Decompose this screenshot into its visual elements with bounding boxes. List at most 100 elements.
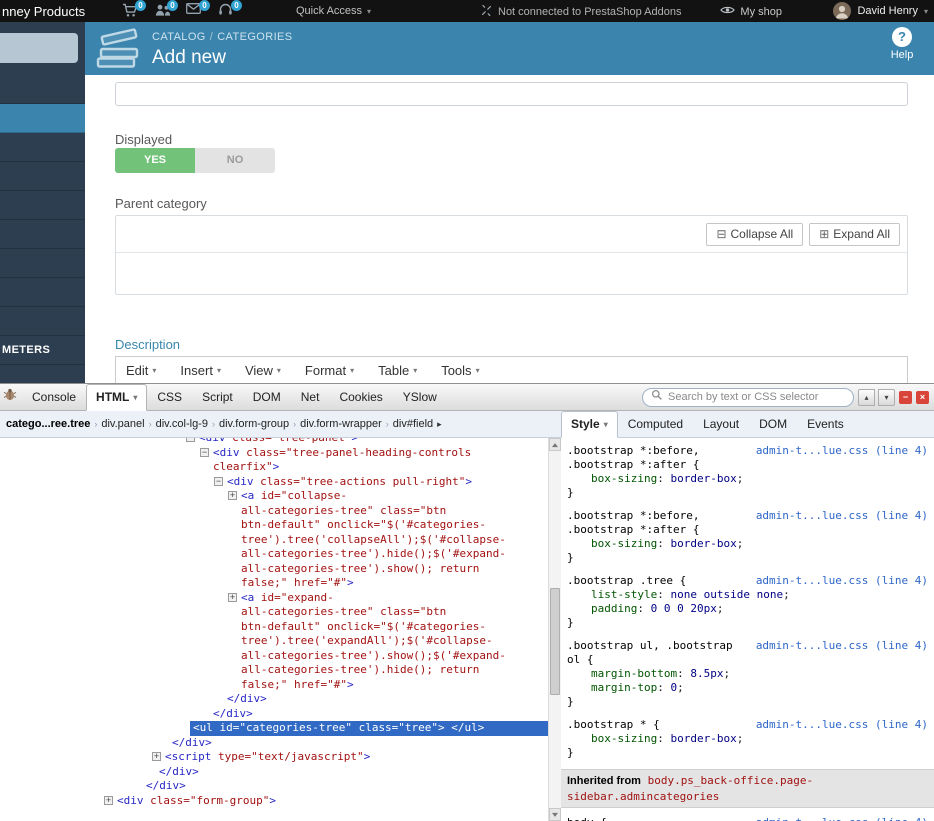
sidebar-item-8[interactable]	[0, 307, 85, 336]
firebug-tab-cookies[interactable]: Cookies	[329, 384, 392, 410]
breadcrumb-categories[interactable]: CATEGORIES	[217, 31, 292, 43]
sidebar-item-3[interactable]	[0, 162, 85, 191]
css-property[interactable]: list-style: none outside none;	[561, 588, 934, 602]
sidebar-item-6[interactable]	[0, 249, 85, 278]
style-tab-computed[interactable]: Computed	[618, 411, 693, 437]
firebug-tab-dom[interactable]: DOM	[243, 384, 291, 410]
scroll-down-button[interactable]	[549, 808, 561, 821]
html-code-line[interactable]: </div>	[0, 692, 548, 707]
html-code-line[interactable]: tree').tree('collapseAll');$('#collapse-	[0, 533, 548, 548]
html-code-line[interactable]: all-categories-tree').show();$('#expand-	[0, 649, 548, 664]
html-code-line[interactable]: + <div class="form-group">	[0, 794, 548, 809]
css-selector[interactable]: .bootstrap *:before,	[567, 444, 699, 458]
css-property[interactable]: box-sizing: border-box;	[561, 732, 934, 746]
search-previous-button[interactable]: ▴	[858, 388, 875, 406]
path-crumb-0[interactable]: catego...ree.tree	[3, 416, 93, 432]
sidebar-item-4[interactable]	[0, 191, 85, 220]
html-code-line[interactable]: all-categories-tree').show(); return	[0, 562, 548, 577]
html-code-line[interactable]: − <div class="tree-actions pull-right">	[0, 475, 548, 490]
html-code-line[interactable]: + <script type="text/javascript">	[0, 750, 548, 765]
selected-html-node[interactable]: <ul id="categories-tree" class="tree"> <…	[190, 721, 548, 736]
categories-tree-container[interactable]	[116, 253, 907, 295]
sidebar-item-5[interactable]	[0, 220, 85, 249]
quick-access-menu[interactable]: Quick Access ▾	[296, 5, 371, 17]
search-next-button[interactable]: ▾	[878, 388, 895, 406]
style-tab-dom[interactable]: DOM	[749, 411, 797, 437]
user-menu[interactable]: David Henry ▾	[833, 2, 928, 20]
path-crumb-3[interactable]: div.form-group	[216, 416, 292, 432]
html-code-line[interactable]: </div>	[0, 736, 548, 751]
css-property[interactable]: padding: 0 0 0 20px;	[561, 602, 934, 616]
category-name-input[interactable]	[115, 82, 908, 106]
css-file-link[interactable]: admin-t...lue.css (line 4)	[756, 574, 928, 588]
css-file-link[interactable]: admin-t...lue.css (line 4)	[756, 718, 928, 732]
html-code-line[interactable]: </div>	[0, 765, 548, 780]
css-property[interactable]: box-sizing: border-box;	[561, 472, 934, 486]
style-tab-style[interactable]: Style ▾	[561, 411, 618, 438]
firebug-search-input[interactable]	[668, 391, 845, 403]
sidebar-item-0[interactable]	[0, 75, 85, 104]
support-notification[interactable]: 0	[218, 0, 242, 19]
html-code-line[interactable]: all-categories-tree" class="btn	[0, 504, 548, 519]
css-file-link[interactable]: admin-t...lue.css (line 4)	[756, 444, 928, 458]
expand-node-icon[interactable]: +	[104, 795, 113, 805]
css-selector[interactable]: .bootstrap *:after {	[567, 523, 699, 537]
expand-node-icon[interactable]: +	[152, 752, 161, 761]
css-selector[interactable]: .bootstrap *:before,	[567, 509, 699, 523]
scroll-up-button[interactable]	[549, 438, 561, 451]
html-code-line[interactable]: clearfix">	[0, 460, 548, 475]
collapse-node-icon[interactable]: −	[200, 447, 209, 457]
editor-menu-edit[interactable]: Edit ▾	[126, 363, 156, 378]
path-crumb-4[interactable]: div.form-wrapper	[297, 416, 385, 432]
collapse-node-icon[interactable]: −	[186, 438, 195, 442]
css-selector[interactable]: .bootstrap * {	[567, 718, 660, 732]
messages-notification[interactable]: 0	[186, 0, 210, 19]
firebug-tab-net[interactable]: Net	[291, 384, 330, 410]
customers-notification[interactable]: 0	[154, 0, 178, 19]
firebug-deactivate-button[interactable]: −	[899, 390, 912, 404]
html-code-line[interactable]: tree').tree('expandAll');$('#collapse-	[0, 634, 548, 649]
path-crumb-1[interactable]: div.panel	[98, 416, 147, 432]
sidebar-item-7[interactable]	[0, 278, 85, 307]
collapse-node-icon[interactable]: −	[214, 476, 223, 486]
html-code-line[interactable]: all-categories-tree" class="btn	[0, 605, 548, 620]
path-more-icon[interactable]: ▸	[437, 419, 442, 430]
expand-node-icon[interactable]: +	[228, 592, 237, 602]
html-panel-scrollbar[interactable]	[548, 438, 561, 821]
firebug-tab-yslow[interactable]: YSlow	[393, 384, 447, 410]
firebug-tab-script[interactable]: Script	[192, 384, 243, 410]
css-selector[interactable]: .bootstrap ul, .bootstrap ol {	[567, 639, 748, 667]
sidebar-item-2[interactable]	[0, 133, 85, 162]
css-property[interactable]: box-sizing: border-box;	[561, 537, 934, 551]
firebug-tab-console[interactable]: Console	[22, 384, 86, 410]
style-tab-events[interactable]: Events	[797, 411, 854, 437]
html-code-line[interactable]: + <a id="expand-	[0, 591, 548, 606]
path-crumb-2[interactable]: div.col-lg-9	[153, 416, 211, 432]
sidebar-item-1[interactable]	[0, 104, 85, 133]
style-tab-layout[interactable]: Layout	[693, 411, 749, 437]
html-code-line[interactable]: all-categories-tree').hide(); return	[0, 663, 548, 678]
sidebar-item-10[interactable]	[0, 365, 85, 383]
html-code-line[interactable]: false;" href="#">	[0, 678, 548, 693]
html-code-line[interactable]: −<div class="tree-panel">	[0, 438, 548, 446]
expand-all-button[interactable]: ⊞ Expand All	[809, 222, 900, 246]
shop-name-link[interactable]: nney Products	[2, 4, 85, 19]
collapse-all-button[interactable]: ⊟ Collapse All	[706, 222, 804, 246]
firebug-tab-html[interactable]: HTML ▾	[86, 384, 148, 411]
html-code-line[interactable]: </div>	[0, 707, 548, 722]
orders-notification[interactable]: 0	[122, 0, 146, 19]
css-file-link[interactable]: admin-t...lue.css (line 4)	[756, 639, 928, 667]
displayed-yes-button[interactable]: YES	[115, 148, 195, 173]
sidebar-item-9[interactable]: METERS	[0, 336, 85, 365]
firebug-menu-icon[interactable]	[3, 388, 17, 406]
css-property[interactable]: margin-bottom: 8.5px;	[561, 667, 934, 681]
firebug-close-button[interactable]: ×	[916, 390, 929, 404]
displayed-no-button[interactable]: NO	[195, 148, 275, 173]
my-shop-link[interactable]: My shop	[720, 5, 782, 18]
css-selector[interactable]: .bootstrap .tree {	[567, 574, 686, 588]
html-code-line[interactable]: all-categories-tree').hide();$('#expand-	[0, 547, 548, 562]
editor-menu-format[interactable]: Format ▾	[305, 363, 354, 378]
css-file-link[interactable]: admin-t...lue.css (line 4)	[756, 816, 928, 821]
editor-menu-tools[interactable]: Tools ▾	[441, 363, 479, 378]
expand-node-icon[interactable]: +	[228, 491, 237, 500]
